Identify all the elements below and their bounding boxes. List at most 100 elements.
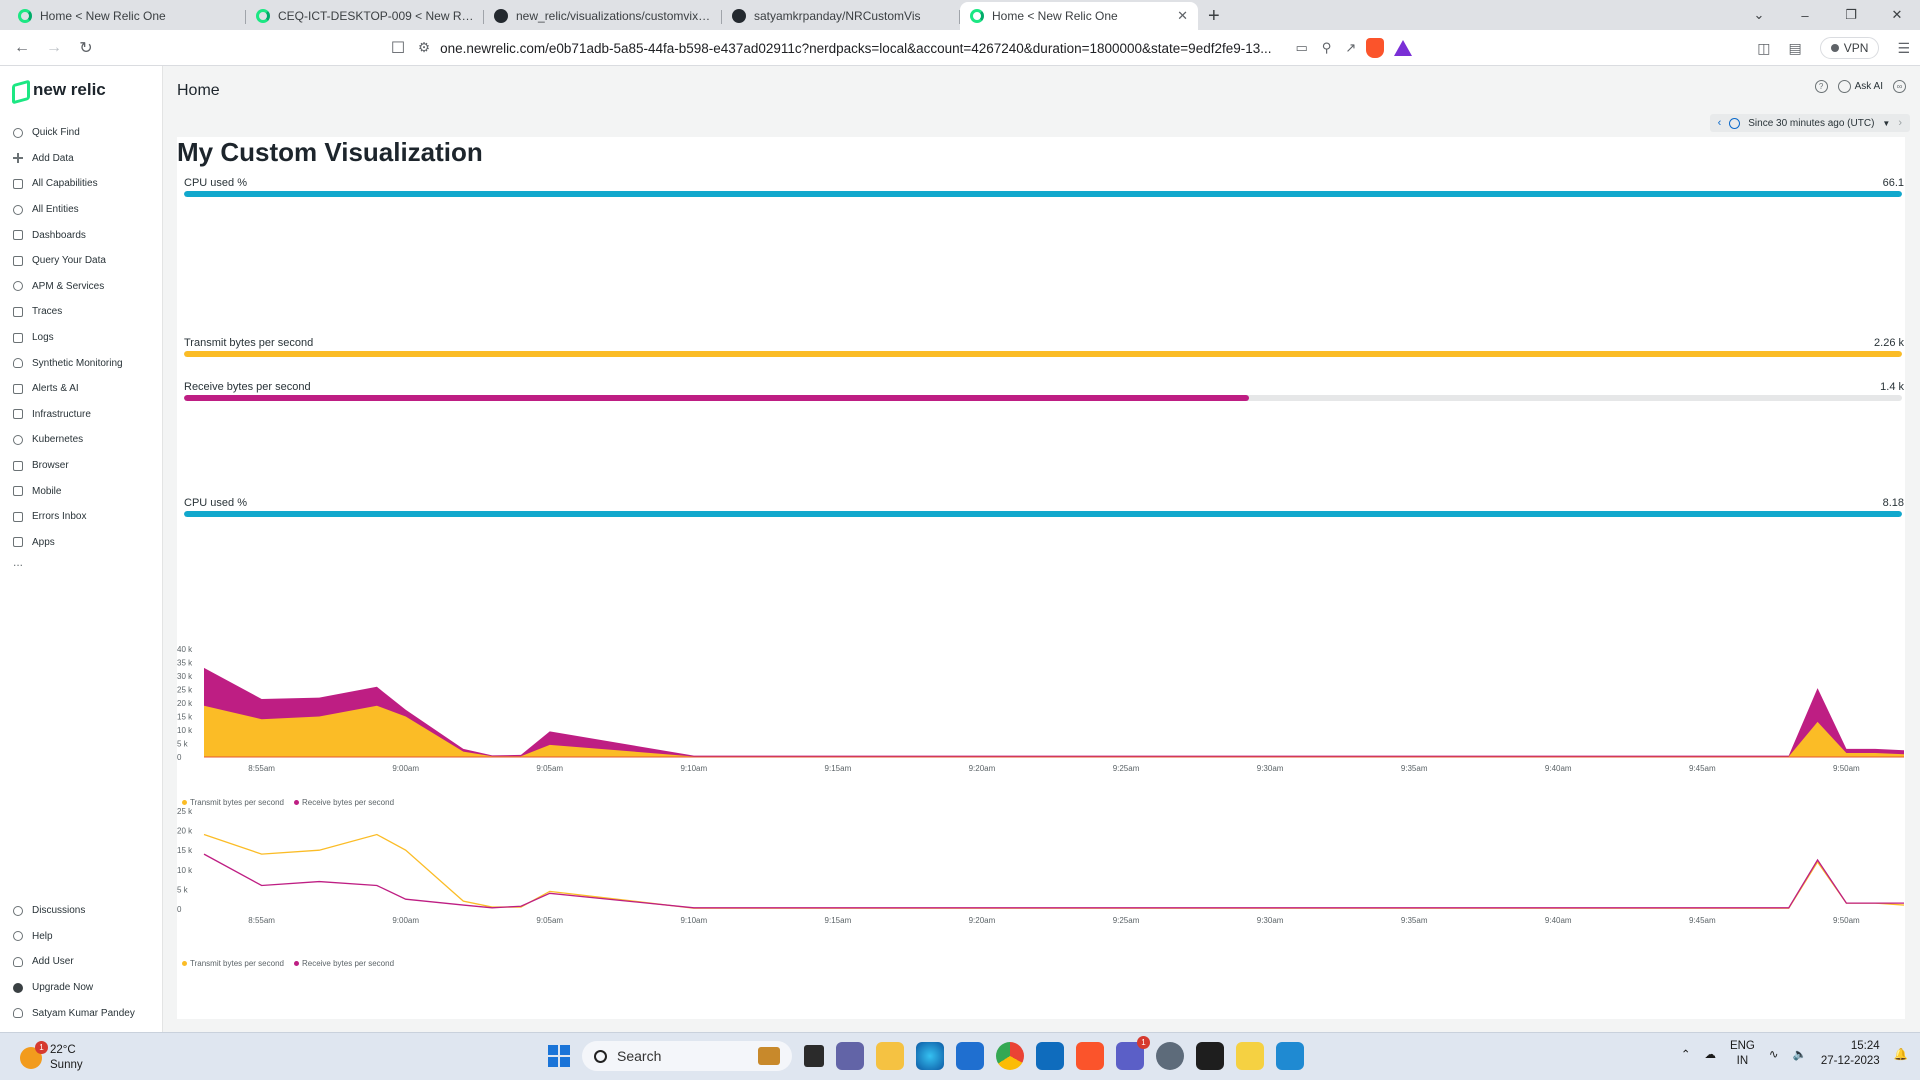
- edge-icon[interactable]: [916, 1042, 944, 1070]
- chevron-left-icon[interactable]: ‹: [1718, 117, 1722, 129]
- tab-search-icon[interactable]: ⌄: [1736, 0, 1782, 30]
- temperature: 22°C: [50, 1044, 76, 1056]
- new-relic-logo[interactable]: new relic: [0, 66, 162, 100]
- line-series-receive: [203, 853, 1904, 909]
- stacked-area-chart: 40 k 35 k 30 k 25 k 20 k 15 k 10 k 5 k 0 8:55am 9:…: [177, 645, 1905, 785]
- volume-icon[interactable]: 🔈: [1793, 1047, 1807, 1061]
- sidebar-item-browser[interactable]: Browser: [0, 453, 163, 479]
- vpn-button[interactable]: VPN: [1819, 37, 1880, 59]
- vscode-icon[interactable]: [1276, 1042, 1304, 1070]
- sidebar-item-label: Browser: [32, 460, 69, 472]
- brave-shield-icon[interactable]: [1366, 38, 1385, 58]
- weather-widget[interactable]: 1 22°C Sunny: [20, 1041, 83, 1073]
- sidebar-item-apm-services[interactable]: APM & Services: [0, 274, 163, 300]
- tab-title: new_relic/visualizations/customvix/ind: [516, 9, 712, 23]
- visualization-panel: My Custom Visualization CPU used % 66.1 …: [177, 137, 1905, 1019]
- outlook-icon[interactable]: [1036, 1042, 1064, 1070]
- zoom-icon[interactable]: ⚲: [1322, 40, 1332, 56]
- chevron-right-icon[interactable]: ›: [1898, 117, 1902, 129]
- url-text[interactable]: one.newrelic.com/e0b71adb-5a85-44fa-b598…: [440, 41, 1271, 56]
- legend-item[interactable]: Receive bytes per second: [293, 798, 394, 807]
- sidebar-item-errors-inbox[interactable]: Errors Inbox: [0, 504, 163, 530]
- page-header: Home ? Ask AI ∞ ‹ Since 30 minutes ago (…: [164, 66, 1920, 138]
- sidebar-item-synthetic-monitoring[interactable]: Synthetic Monitoring: [0, 350, 163, 376]
- sidebar-item-dashboards[interactable]: Dashboards: [0, 222, 163, 248]
- sidebar-item-logs[interactable]: Logs: [0, 325, 163, 351]
- close-window-icon[interactable]: ✕: [1874, 0, 1920, 30]
- legend-item[interactable]: Receive bytes per second: [293, 959, 394, 968]
- sidebar-item-add-data[interactable]: Add Data: [0, 146, 163, 172]
- sidebar-item-label: Satyam Kumar Pandey: [32, 1007, 135, 1019]
- onedrive-icon[interactable]: ☁: [1704, 1047, 1716, 1061]
- browser-tab[interactable]: CEQ-ICT-DESKTOP-009 < New Relic O: [246, 2, 484, 30]
- restore-icon[interactable]: ❐: [1828, 0, 1874, 30]
- help-icon[interactable]: ?: [1814, 80, 1828, 93]
- sticky-notes-icon[interactable]: [1236, 1042, 1264, 1070]
- browser-tab[interactable]: Home < New Relic One: [8, 2, 246, 30]
- brave-icon[interactable]: [1076, 1042, 1104, 1070]
- task-view-icon[interactable]: [804, 1045, 824, 1067]
- forward-icon[interactable]: →: [38, 39, 70, 57]
- clock[interactable]: 15:24 27-12-2023: [1821, 1039, 1880, 1069]
- sidebar-item-apps[interactable]: Apps: [0, 530, 163, 556]
- wallet-icon[interactable]: ▤: [1789, 40, 1802, 57]
- bar-value: 1.4 k: [1880, 381, 1904, 393]
- sidebar-item-quick-find[interactable]: Quick Find: [0, 120, 163, 146]
- link-icon[interactable]: ∞: [1893, 80, 1906, 93]
- site-settings-icon[interactable]: ⚙: [418, 40, 430, 56]
- notifications-icon[interactable]: 🔔: [1894, 1047, 1908, 1061]
- time-picker[interactable]: ‹ Since 30 minutes ago (UTC) ▼ ›: [1709, 114, 1910, 132]
- sidebar-item-query-your-data[interactable]: Query Your Data: [0, 248, 163, 274]
- x-tick-label: 9:00am: [392, 916, 419, 925]
- browser-tab[interactable]: new_relic/visualizations/customvix/ind: [484, 2, 722, 30]
- cast-icon[interactable]: ▭: [1296, 40, 1308, 56]
- back-icon[interactable]: ←: [6, 39, 38, 57]
- chevron-up-icon[interactable]: ⌃: [1681, 1047, 1691, 1061]
- brave-rewards-icon[interactable]: [1394, 40, 1413, 56]
- more-menu[interactable]: ...: [0, 555, 163, 575]
- sidebar-item-alerts-ai[interactable]: Alerts & AI: [0, 376, 163, 402]
- menu-icon[interactable]: ☰: [1897, 40, 1910, 57]
- bar-track: [184, 191, 1902, 197]
- new-tab-icon[interactable]: +: [1198, 2, 1230, 30]
- alert-icon: [13, 383, 23, 394]
- upgrade-icon: [13, 982, 23, 993]
- file-explorer-icon[interactable]: [876, 1042, 904, 1070]
- sidebar-toggle-icon[interactable]: ◫: [1757, 40, 1770, 57]
- weather-condition: Sunny: [50, 1059, 83, 1071]
- teams-icon[interactable]: 1: [1116, 1036, 1150, 1070]
- reload-icon[interactable]: ↻: [70, 38, 102, 58]
- sidebar-item-mobile[interactable]: Mobile: [0, 478, 163, 504]
- taskbar-search[interactable]: Search: [582, 1041, 792, 1071]
- bar-track: [184, 395, 1902, 401]
- store-icon[interactable]: [956, 1042, 984, 1070]
- share-icon[interactable]: ↗: [1345, 40, 1356, 56]
- start-icon[interactable]: [548, 1045, 570, 1067]
- close-tab-icon[interactable]: ✕: [1177, 8, 1188, 24]
- chrome-icon[interactable]: [996, 1042, 1024, 1070]
- clock-time: 15:24: [1850, 1040, 1880, 1052]
- sidebar-item-discussions[interactable]: Discussions: [0, 898, 163, 924]
- sidebar-item-help[interactable]: Help: [0, 924, 163, 950]
- wifi-icon[interactable]: ∿: [1769, 1047, 1779, 1061]
- legend-item[interactable]: Transmit bytes per second: [182, 798, 284, 807]
- meet-icon[interactable]: [836, 1042, 864, 1070]
- sidebar-item-upgrade-now[interactable]: Upgrade Now: [0, 975, 163, 1001]
- sidebar-item-infrastructure[interactable]: Infrastructure: [0, 402, 163, 428]
- sidebar-item-kubernetes[interactable]: Kubernetes: [0, 427, 163, 453]
- bookmark-icon[interactable]: ☐: [382, 38, 414, 58]
- browser-tab[interactable]: satyamkrpanday/NRCustomVis: [722, 2, 960, 30]
- settings-icon[interactable]: [1156, 1042, 1184, 1070]
- sidebar-item-satyam-kumar-pandey[interactable]: Satyam Kumar Pandey: [0, 1000, 163, 1026]
- sidebar-item-all-capabilities[interactable]: All Capabilities: [0, 171, 163, 197]
- sidebar-item-traces[interactable]: Traces: [0, 299, 163, 325]
- legend-item[interactable]: Transmit bytes per second: [182, 959, 284, 968]
- minimize-icon[interactable]: –: [1782, 0, 1828, 30]
- terminal-icon[interactable]: [1196, 1042, 1224, 1070]
- sidebar-item-add-user[interactable]: Add User: [0, 949, 163, 975]
- browser-tab[interactable]: Home < New Relic One ✕: [960, 2, 1198, 30]
- ask-ai-button[interactable]: Ask AI: [1837, 80, 1883, 93]
- language-indicator[interactable]: ENG IN: [1730, 1039, 1755, 1069]
- address-bar[interactable]: ⚙ one.newrelic.com/e0b71adb-5a85-44fa-b5…: [418, 34, 1510, 62]
- sidebar-item-all-entities[interactable]: All Entities: [0, 197, 163, 223]
